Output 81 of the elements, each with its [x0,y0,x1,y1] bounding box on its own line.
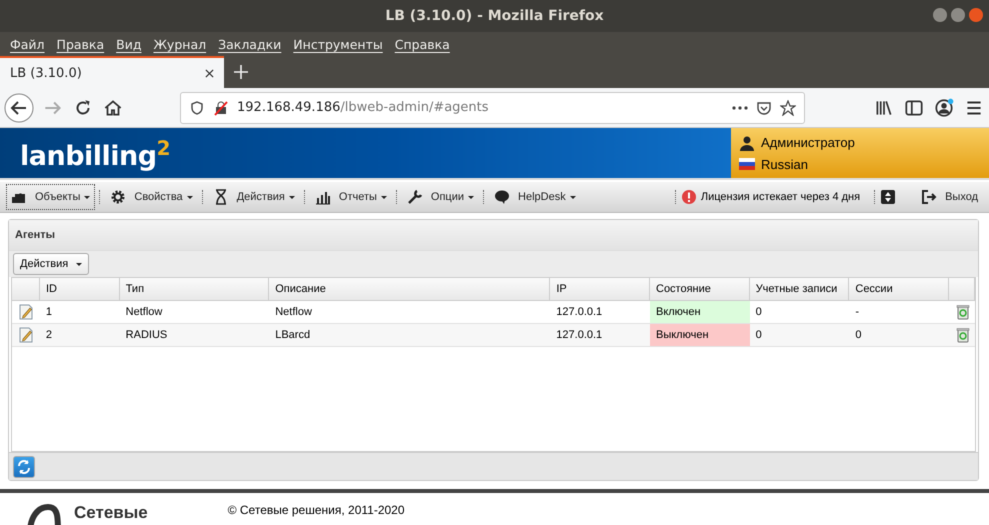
status-cell: Выключен [650,324,750,346]
table-cell-text: Netflow [124,305,164,320]
table-cell-text: 2 [44,328,54,343]
maximize-button[interactable] [951,8,965,22]
panel-title: Агенты [15,229,56,241]
column-header[interactable]: Сессии [849,278,950,300]
table-cell-text: 0 [754,305,763,320]
recycle-bin-icon[interactable] [955,327,972,343]
table-cell-text: 0 [754,328,763,343]
minimize-button[interactable] [933,8,947,22]
address-bar[interactable]: 192.168.49.186/lbweb-admin/#agents [180,92,805,124]
toolbar-menu-button[interactable]: Опции [402,184,480,210]
logo: lanbilling$^{2}$ [19,135,170,174]
actions-button[interactable]: Действия [13,253,90,275]
menu-item[interactable]: Закладки [218,36,282,52]
gear-icon [110,189,126,205]
browser-tab[interactable]: LB (3.10.0) [0,56,224,88]
menu-item[interactable]: Правка [56,36,104,52]
window-title: LB (3.10.0) - Mozilla Firefox [385,8,604,24]
edit-icon[interactable] [18,304,34,320]
insecure-lock-icon [213,100,229,116]
table-cell-text: LBarcd [274,328,312,343]
toolbar-menu-button[interactable]: Свойства [105,184,198,210]
close-button[interactable] [969,8,983,22]
column-header[interactable]: Описание [269,278,550,300]
recycle-bin-icon[interactable] [955,304,972,320]
speech-bubble-icon [494,189,510,205]
caret-icon [468,196,474,198]
flag-icon [739,158,755,170]
caret-icon [570,196,576,198]
company-name: Сетевые [74,503,148,523]
menu-item[interactable]: Файл [10,36,45,52]
caret-icon [380,196,387,198]
warning-icon [680,189,697,205]
fullscreen-icon[interactable] [880,189,896,205]
table-cell-text: Netflow [274,305,313,320]
menu-item[interactable]: Справка [394,36,450,52]
user-icon [739,134,755,150]
user-name[interactable]: Администратор [761,135,855,150]
copyright-text: © Сетевые решения, 2011-2020 [228,503,405,519]
table-cell-text: RADIUS [124,328,168,343]
menu-item[interactable]: Вид [116,36,142,52]
logout-button[interactable]: Выход [916,184,983,210]
language-selector[interactable]: Russian [761,156,808,172]
table-cell-text: 127.0.0.1 [555,305,604,320]
toolbar-menu-button[interactable]: Объекты [6,184,96,210]
url-text: 192.168.49.186/lbweb-admin/#agents [237,100,490,115]
shield-icon [189,100,205,116]
back-icon[interactable] [4,92,34,122]
toolbar-menu-button[interactable]: HelpDesk [489,184,581,210]
menu-item[interactable]: Журнал [153,36,206,52]
caret-icon [186,196,193,198]
column-header[interactable]: Учетные записи [750,278,850,300]
column-header[interactable]: IP [550,278,650,300]
table-cell-text: 1 [44,305,54,320]
license-warning: Лицензия истекает через 4 дня [700,191,860,203]
caret-icon [288,196,295,198]
bar-chart-icon [314,189,331,205]
toolbar-menu-button[interactable]: Действия [208,184,300,210]
edit-icon[interactable] [18,327,34,343]
column-header[interactable]: Состояние [650,278,750,300]
menu-item[interactable]: Инструменты [293,36,383,52]
pocket-icon[interactable] [756,100,772,116]
account-icon[interactable] [933,96,955,118]
caret-icon [84,196,90,198]
wrench-icon [406,189,423,205]
table-cell-text: - [854,305,860,320]
table-cell-text: 127.0.0.1 [555,328,604,343]
table-cell-text: 0 [854,328,862,343]
exit-icon [921,189,938,205]
caret-icon [76,262,82,266]
star-icon[interactable] [780,100,796,116]
refresh-icon [16,458,32,474]
refresh-button[interactable] [13,456,35,478]
column-header[interactable]: Тип [120,278,270,300]
column-header[interactable]: ID [40,278,120,300]
status-cell: Включен [650,301,750,323]
toolbar-menu-button[interactable]: Отчеты [310,184,392,210]
new-tab-icon[interactable] [234,65,248,79]
more-icon[interactable] [732,106,748,110]
close-tab-icon[interactable] [205,68,214,78]
